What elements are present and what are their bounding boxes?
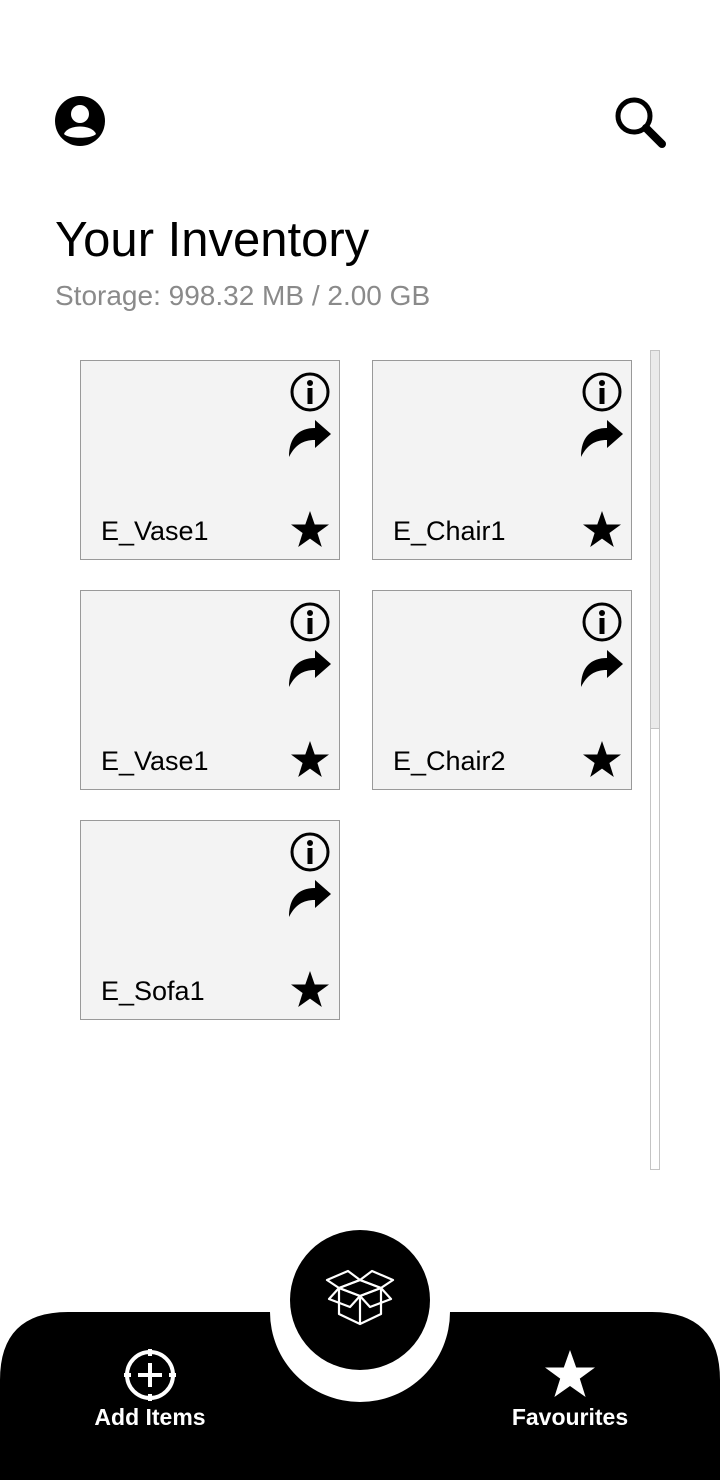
share-arrow-icon[interactable]: [287, 649, 333, 691]
share-arrow-icon[interactable]: [579, 419, 625, 461]
favourites-label: Favourites: [511, 1404, 629, 1430]
info-icon[interactable]: [289, 601, 331, 643]
info-icon[interactable]: [581, 601, 623, 643]
item-name: E_Chair1: [393, 516, 506, 546]
star-icon[interactable]: [289, 969, 331, 1011]
star-icon[interactable]: [289, 509, 331, 551]
item-name: E_Vase1: [101, 516, 209, 546]
inventory-card[interactable]: E_Vase1: [80, 360, 340, 560]
info-icon[interactable]: [289, 371, 331, 413]
inventory-button[interactable]: [290, 1230, 430, 1370]
inventory-card[interactable]: E_Chair1: [372, 360, 632, 560]
share-arrow-icon[interactable]: [287, 419, 333, 461]
item-name: E_Chair2: [393, 746, 506, 776]
inventory-card[interactable]: E_Vase1: [80, 590, 340, 790]
star-icon[interactable]: [581, 739, 623, 781]
open-box-icon: [325, 1269, 395, 1326]
info-icon[interactable]: [581, 371, 623, 413]
add-items-label: Add Items: [94, 1404, 206, 1430]
search-button[interactable]: [612, 94, 668, 150]
share-arrow-icon[interactable]: [287, 879, 333, 921]
item-name: E_Vase1: [101, 746, 209, 776]
add-items-button[interactable]: Add Items: [60, 1348, 240, 1430]
star-icon[interactable]: [581, 509, 623, 551]
account-circle-icon: [55, 96, 105, 146]
item-name: E_Sofa1: [101, 976, 205, 1006]
page-title: Your Inventory: [55, 213, 370, 267]
profile-button[interactable]: [53, 94, 107, 148]
add-circle-icon: [124, 1349, 176, 1401]
info-icon[interactable]: [289, 831, 331, 873]
share-arrow-icon[interactable]: [579, 649, 625, 691]
search-icon: [615, 97, 666, 148]
inventory-card[interactable]: E_Chair2: [372, 590, 632, 790]
star-icon[interactable]: [289, 739, 331, 781]
favourites-button[interactable]: Favourites: [480, 1348, 660, 1430]
storage-usage: Storage: 998.32 MB / 2.00 GB: [55, 280, 431, 311]
star-icon: [545, 1350, 595, 1397]
scrollbar[interactable]: [650, 350, 660, 1170]
inventory-card[interactable]: E_Sofa1: [80, 820, 340, 1020]
scrollbar-thumb[interactable]: [651, 351, 659, 729]
